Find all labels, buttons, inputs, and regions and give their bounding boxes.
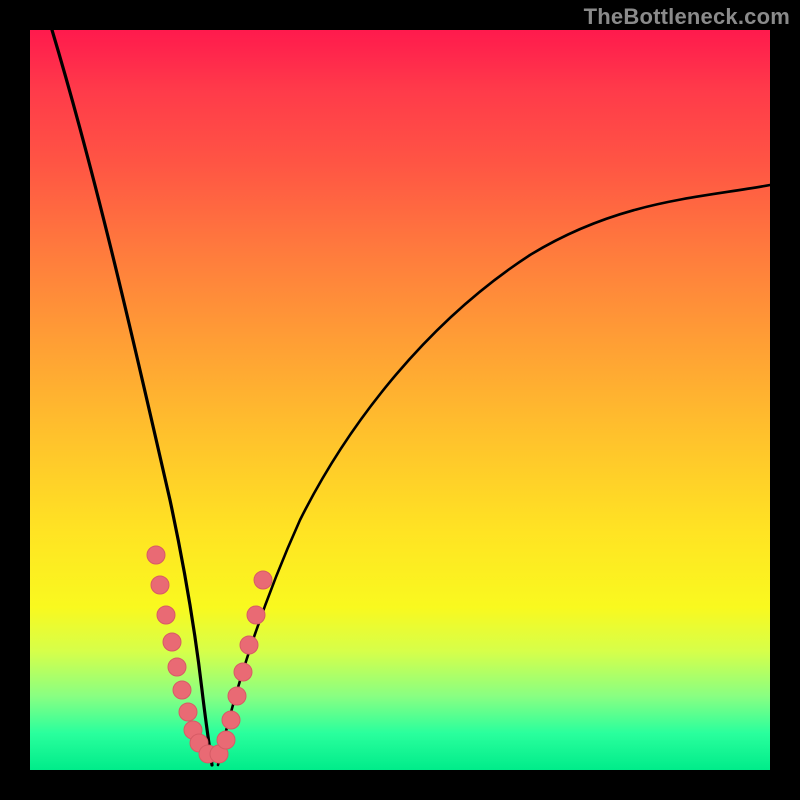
marker-cluster (147, 546, 272, 763)
marker-dot (234, 663, 252, 681)
marker-dot (179, 703, 197, 721)
chart-svg (30, 30, 770, 770)
marker-dot (228, 687, 246, 705)
marker-dot (247, 606, 265, 624)
watermark-text: TheBottleneck.com (584, 4, 790, 30)
marker-dot (168, 658, 186, 676)
marker-dot (157, 606, 175, 624)
marker-dot (217, 731, 235, 749)
marker-dot (254, 571, 272, 589)
outer-frame: TheBottleneck.com (0, 0, 800, 800)
curve-right-branch (218, 185, 770, 765)
marker-dot (173, 681, 191, 699)
marker-dot (240, 636, 258, 654)
curve-left-branch (52, 30, 212, 765)
marker-dot (222, 711, 240, 729)
marker-dot (147, 546, 165, 564)
marker-dot (151, 576, 169, 594)
marker-dot (163, 633, 181, 651)
